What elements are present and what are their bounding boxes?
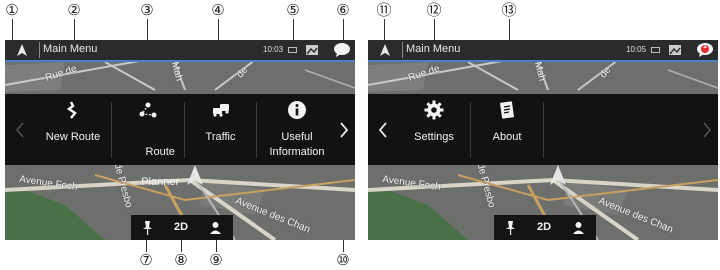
menu-item-about[interactable]: About — [471, 94, 543, 165]
navigation-arrow-icon[interactable] — [15, 43, 29, 57]
callout-9: ⑨ — [209, 251, 223, 269]
scroll-right-arrow-icon[interactable] — [337, 120, 351, 140]
menu-item-label: Route Planner — [112, 130, 184, 205]
view-mode-button[interactable]: 2D — [169, 219, 193, 236]
scroll-left-arrow-icon[interactable] — [13, 120, 27, 140]
callout-12: ⑫ — [426, 1, 442, 19]
document-icon — [500, 101, 514, 119]
scroll-left-arrow-icon[interactable] — [376, 120, 390, 140]
gear-icon — [424, 100, 444, 120]
page-title: Main Menu — [43, 43, 98, 55]
status-separator — [39, 42, 40, 58]
clock: 10:05 — [626, 45, 647, 54]
menu-item-label: New Route — [45, 131, 101, 143]
bottom-toolbar: 2D — [494, 215, 596, 240]
map-view-icon[interactable] — [668, 43, 682, 57]
status-bar: Main Menu 10:03 — [5, 40, 355, 62]
message-bubble-icon[interactable] — [333, 42, 351, 58]
battery-icon — [651, 47, 660, 53]
menu-item-label: Traffic — [205, 131, 236, 143]
pin-icon[interactable] — [139, 219, 156, 236]
screen-left: Rue de Mah de Avenue Foch de Presbo Aven… — [5, 40, 355, 240]
notification-count: 1 — [703, 43, 707, 50]
menu-item-label-line: Information — [269, 146, 325, 158]
menu-item-label-line: Useful — [281, 131, 313, 143]
page-title: Main Menu — [406, 43, 461, 55]
menu-item-settings[interactable]: Settings — [398, 94, 470, 165]
navigation-arrow-icon[interactable] — [378, 43, 392, 57]
route-planner-icon — [139, 102, 157, 118]
status-separator — [402, 42, 403, 58]
view-mode-button[interactable]: 2D — [532, 219, 556, 236]
message-bubble-icon[interactable]: 1 — [696, 42, 714, 58]
callout-10: ⑩ — [336, 251, 350, 269]
battery-icon — [288, 47, 297, 53]
callout-7: ⑦ — [139, 251, 153, 269]
menu-item-traffic[interactable]: Traffic — [185, 94, 256, 165]
map-view-icon[interactable] — [305, 43, 319, 57]
clock: 10:03 — [263, 45, 284, 54]
callout-4: ④ — [211, 1, 225, 19]
menu-item-label: Useful Information — [257, 130, 337, 160]
new-route-icon — [66, 101, 77, 119]
pin-icon[interactable] — [502, 219, 519, 236]
menu-item-label: About — [492, 131, 522, 143]
menu-item-useful-information[interactable]: Useful Information — [257, 94, 337, 165]
callout-2: ② — [67, 1, 81, 19]
scroll-right-arrow-icon[interactable] — [700, 120, 714, 140]
status-bar: Main Menu 10:05 1 — [368, 40, 718, 62]
callout-5: ⑤ — [286, 1, 300, 19]
person-icon[interactable] — [570, 219, 587, 236]
menu-item-route-planner[interactable]: Route Planner — [112, 94, 184, 188]
info-icon — [288, 101, 306, 119]
traffic-icon — [212, 104, 229, 117]
screen-right: Rue de Mah de Avenue Foch de Presbo Aven… — [368, 40, 718, 240]
callout-8: ⑧ — [174, 251, 188, 269]
menu-item-label: Settings — [414, 131, 454, 143]
menu-item-label-line: Route — [145, 146, 175, 158]
menu-divider — [543, 102, 544, 158]
callout-13: ⑬ — [501, 1, 517, 19]
menu-item-new-route[interactable]: New Route — [35, 94, 111, 165]
bottom-toolbar: 2D — [131, 215, 233, 240]
callout-3: ③ — [140, 1, 154, 19]
callout-6: ⑥ — [336, 1, 350, 19]
callout-11: ⑪ — [376, 1, 392, 19]
menu-item-label-line: Planner — [141, 176, 180, 188]
callout-1: ① — [5, 1, 19, 19]
main-menu-bar: Settings About — [368, 94, 718, 165]
person-icon[interactable] — [207, 219, 224, 236]
main-menu-bar: New Route Route Planner Traffic Useful I… — [5, 94, 355, 188]
